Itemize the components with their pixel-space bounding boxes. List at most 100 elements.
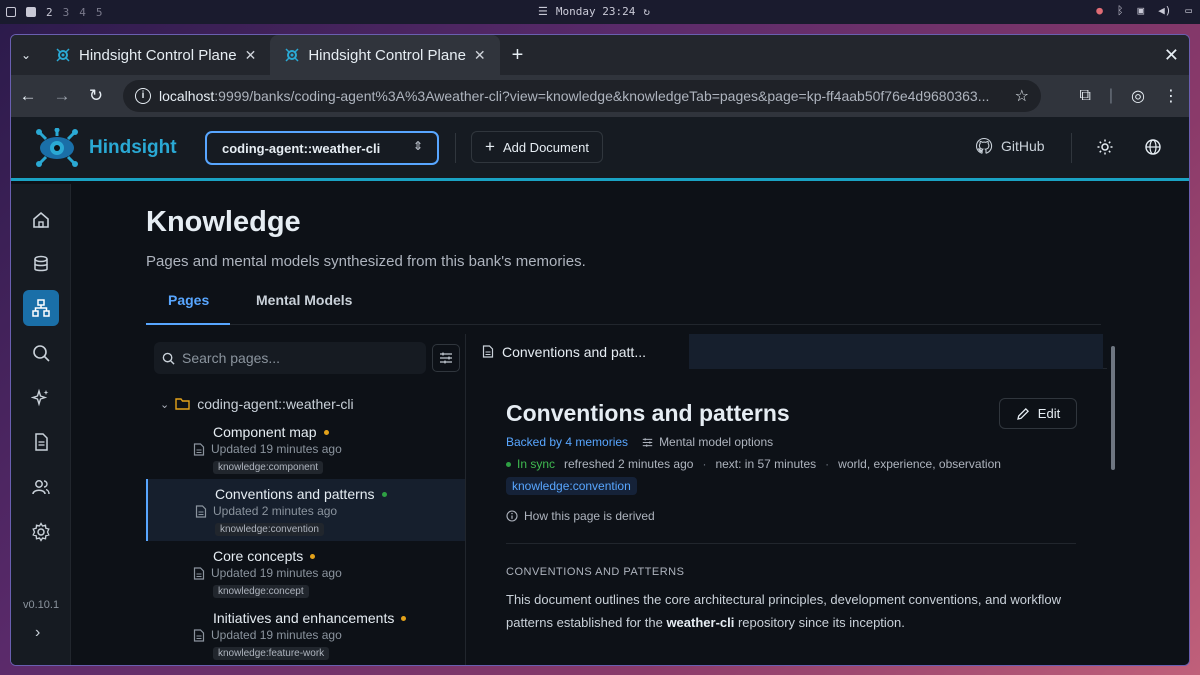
bank-folder[interactable]: ⌄ coding-agent::weather-cli xyxy=(160,396,354,412)
app-version: v0.10.1 xyxy=(23,599,60,611)
pages-tree-panel: Search pages... ⌄ coding-agent::weather-… xyxy=(146,334,466,665)
page-detail-title: Conventions and patterns xyxy=(506,400,790,426)
language-globe-icon[interactable] xyxy=(1145,139,1161,155)
browser-tab-title: Hindsight Control Plane xyxy=(308,46,466,64)
display-icon[interactable]: ▭ xyxy=(1185,4,1192,17)
open-page-tab-title: Conventions and patt... xyxy=(502,343,646,360)
home-icon xyxy=(33,211,49,228)
list-item[interactable]: Core concepts Updated 19 minutes ago kno… xyxy=(146,541,465,603)
extensions-icon[interactable]: ⧉ xyxy=(1079,87,1090,105)
sidebar-item-settings[interactable] xyxy=(23,514,59,550)
tab-pages[interactable]: Pages xyxy=(168,292,209,308)
workspace-5[interactable]: 5 xyxy=(96,6,103,19)
search-pages-input[interactable]: Search pages... xyxy=(154,342,426,374)
address-bar[interactable]: i localhost :9999/banks/coding-agent%3A%… xyxy=(123,80,1041,112)
github-label: GitHub xyxy=(1001,138,1045,154)
app-sidebar: v0.10.1 › xyxy=(11,184,71,665)
body-text-end: repository since its inception. xyxy=(734,615,905,630)
page-meta-row: Backed by 4 memories Mental model option… xyxy=(506,435,773,449)
doc-tag: knowledge:concept xyxy=(213,585,309,598)
sidebar-item-knowledge[interactable] xyxy=(23,290,59,326)
list-item-selected[interactable]: Conventions and patterns Updated 2 minut… xyxy=(146,479,465,541)
new-tab-icon[interactable]: + xyxy=(512,44,524,67)
doc-title: Component map xyxy=(213,424,317,440)
document-icon xyxy=(35,433,48,451)
clock-text: Monday 23:24 xyxy=(555,5,636,18)
info-icon xyxy=(506,510,518,522)
active-tab-underline xyxy=(146,323,230,325)
page-detail-panel: Conventions and patt... Conventions and … xyxy=(467,334,1107,665)
document-icon xyxy=(193,628,205,642)
close-tab-icon[interactable]: ✕ xyxy=(245,47,257,64)
browser-tab-title: Hindsight Control Plane xyxy=(79,46,237,64)
menu-kebab-icon[interactable]: ⋮ xyxy=(1163,86,1179,106)
open-page-tab[interactable]: Conventions and patt... xyxy=(467,334,689,369)
brand[interactable]: Hindsight xyxy=(31,127,177,168)
sliders-icon xyxy=(440,352,452,364)
doc-updated: Updated 19 minutes ago xyxy=(211,628,342,642)
sidebar-item-search[interactable] xyxy=(23,335,59,371)
browser-tab-2[interactable]: Hindsight Control Plane ✕ xyxy=(270,35,500,75)
back-icon[interactable]: ← xyxy=(11,86,45,106)
workspace-2[interactable]: 2 xyxy=(46,6,53,19)
doc-title-row: Conventions and patterns xyxy=(215,486,387,502)
detail-scrollbar[interactable] xyxy=(1111,346,1115,470)
forward-icon[interactable]: → xyxy=(45,86,79,106)
bank-selector[interactable]: coding-agent::weather-cli ⇕ xyxy=(205,131,439,165)
browser-tab-1[interactable]: Hindsight Control Plane ✕ xyxy=(41,35,270,75)
doc-title-row: Initiatives and enhancements xyxy=(213,610,407,626)
gamepad-icon[interactable]: ● xyxy=(1096,4,1103,17)
site-info-icon[interactable]: i xyxy=(135,88,151,104)
close-window-icon[interactable]: ✕ xyxy=(1164,45,1179,66)
sidebar-item-reflect[interactable] xyxy=(23,380,59,416)
tab-list-chevron-icon[interactable]: ⌄ xyxy=(11,48,41,62)
doc-title-row: Component map xyxy=(213,424,329,440)
document-icon xyxy=(482,345,494,358)
sidebar-item-entities[interactable] xyxy=(23,469,59,505)
reload-icon[interactable]: ↻ xyxy=(79,86,113,106)
header-divider xyxy=(1071,133,1072,163)
add-document-label: Add Document xyxy=(502,139,589,155)
workspace-4[interactable]: 4 xyxy=(79,6,86,19)
filter-options-button[interactable] xyxy=(432,344,460,372)
tab-mental-models[interactable]: Mental Models xyxy=(256,292,352,308)
github-link[interactable]: GitHub xyxy=(975,137,1045,155)
sidebar-item-home[interactable] xyxy=(23,202,59,238)
backed-by-memories-link[interactable]: Backed by 4 memories xyxy=(506,435,628,449)
volume-icon[interactable]: ◀) xyxy=(1158,4,1171,17)
workspace-1-indicator[interactable] xyxy=(26,7,36,17)
bookmark-star-icon[interactable]: ☆ xyxy=(1015,86,1029,106)
list-item[interactable]: Initiatives and enhancements Updated 19 … xyxy=(146,603,465,665)
workspace-switcher[interactable]: 2 3 4 5 xyxy=(6,6,103,19)
sitemap-icon xyxy=(32,299,50,317)
doc-tag: knowledge:feature-work xyxy=(213,647,330,660)
edit-button[interactable]: Edit xyxy=(999,398,1077,429)
screen-icon[interactable]: ▣ xyxy=(1138,4,1145,17)
list-item[interactable]: Component map Updated 19 minutes ago kno… xyxy=(146,417,465,479)
close-tab-icon[interactable]: ✕ xyxy=(474,47,486,64)
bluetooth-icon[interactable]: ᛒ xyxy=(1117,4,1124,17)
theme-toggle-sun-icon[interactable] xyxy=(1097,139,1113,155)
clock[interactable]: ☰ Monday 23:24 ↻ xyxy=(538,5,650,18)
mental-model-options-label: Mental model options xyxy=(659,435,774,449)
profile-icon[interactable]: ◎ xyxy=(1131,86,1145,106)
doc-updated-row: Updated 19 minutes ago xyxy=(193,628,342,642)
workspace-grid-icon[interactable] xyxy=(6,7,16,17)
expand-sidebar-chevron-icon[interactable]: › xyxy=(35,624,40,642)
sidebar-item-memories[interactable] xyxy=(23,246,59,282)
chevron-up-down-icon: ⇕ xyxy=(412,139,423,153)
toolbar-actions: ⧉ | ◎ ⋮ xyxy=(1079,75,1179,117)
users-icon xyxy=(32,480,50,495)
workspace-3[interactable]: 3 xyxy=(63,6,70,19)
how-derived-link[interactable]: How this page is derived xyxy=(506,509,655,523)
in-sync-status-dot xyxy=(381,491,387,497)
browser-window: ⌄ Hindsight Control Plane ✕ Hindsight Co… xyxy=(10,34,1190,666)
sidebar-item-documents[interactable] xyxy=(23,424,59,460)
page-tag[interactable]: knowledge:convention xyxy=(506,477,637,495)
add-document-button[interactable]: + Add Document xyxy=(471,131,603,163)
gear-icon xyxy=(32,522,50,542)
search-icon xyxy=(33,345,50,362)
separator: · xyxy=(702,457,707,471)
mental-model-options-link[interactable]: Mental model options xyxy=(642,435,773,449)
refreshed-time: refreshed 2 minutes ago xyxy=(564,457,694,471)
